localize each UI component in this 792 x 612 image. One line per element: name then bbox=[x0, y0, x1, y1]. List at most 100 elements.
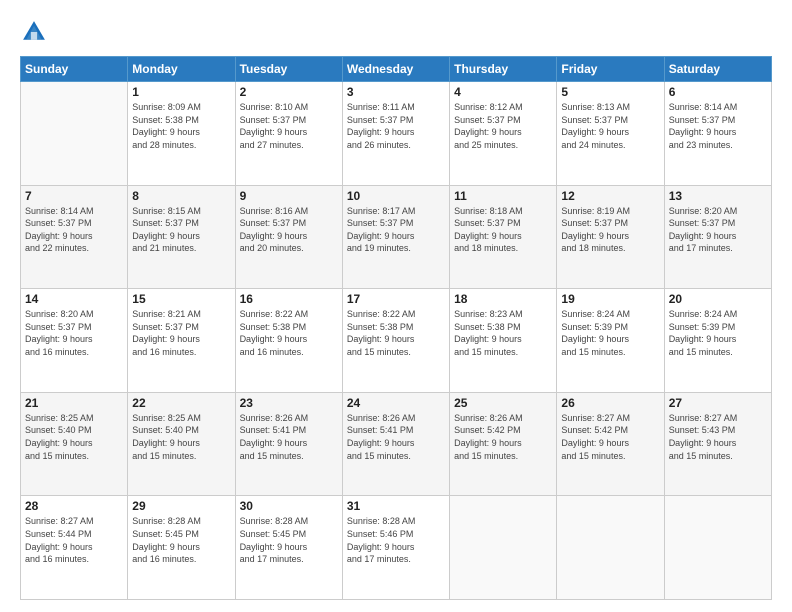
day-info: Sunrise: 8:16 AMSunset: 5:37 PMDaylight:… bbox=[240, 205, 338, 255]
day-info: Sunrise: 8:25 AMSunset: 5:40 PMDaylight:… bbox=[132, 412, 230, 462]
calendar-cell: 1 Sunrise: 8:09 AMSunset: 5:38 PMDaylight… bbox=[128, 82, 235, 186]
day-number: 11 bbox=[454, 189, 552, 203]
calendar-header-row: SundayMondayTuesdayWednesdayThursdayFrid… bbox=[21, 57, 772, 82]
calendar-week-row: 7Sunrise: 8:14 AMSunset: 5:37 PMDaylight… bbox=[21, 185, 772, 289]
day-number: 18 bbox=[454, 292, 552, 306]
calendar-cell: 30 Sunrise: 8:28 AMSunset: 5:45 PMDayligh… bbox=[235, 496, 342, 600]
calendar-cell: 16 Sunrise: 8:22 AMSunset: 5:38 PMDayligh… bbox=[235, 289, 342, 393]
calendar-cell: 6 Sunrise: 8:14 AMSunset: 5:37 PMDaylight… bbox=[664, 82, 771, 186]
calendar-cell: 12 Sunrise: 8:19 AMSunset: 5:37 PMDayligh… bbox=[557, 185, 664, 289]
day-number: 24 bbox=[347, 396, 445, 410]
day-info: Sunrise: 8:26 AMSunset: 5:41 PMDaylight:… bbox=[240, 412, 338, 462]
day-info: Sunrise: 8:24 AMSunset: 5:39 PMDaylight:… bbox=[561, 308, 659, 358]
day-info: Sunrise: 8:14 AMSunset: 5:37 PMDaylight:… bbox=[669, 101, 767, 151]
day-number: 25 bbox=[454, 396, 552, 410]
day-info: Sunrise: 8:09 AMSunset: 5:38 PMDaylight:… bbox=[132, 101, 230, 151]
day-number: 23 bbox=[240, 396, 338, 410]
day-info: Sunrise: 8:17 AMSunset: 5:37 PMDaylight:… bbox=[347, 205, 445, 255]
day-number: 17 bbox=[347, 292, 445, 306]
day-number: 5 bbox=[561, 85, 659, 99]
weekday-header: Thursday bbox=[450, 57, 557, 82]
logo-icon bbox=[20, 18, 48, 46]
day-info: Sunrise: 8:15 AMSunset: 5:37 PMDaylight:… bbox=[132, 205, 230, 255]
calendar-table: SundayMondayTuesdayWednesdayThursdayFrid… bbox=[20, 56, 772, 600]
calendar-cell: 28Sunrise: 8:27 AMSunset: 5:44 PMDayligh… bbox=[21, 496, 128, 600]
weekday-header: Tuesday bbox=[235, 57, 342, 82]
weekday-header: Wednesday bbox=[342, 57, 449, 82]
day-number: 2 bbox=[240, 85, 338, 99]
day-info: Sunrise: 8:27 AMSunset: 5:42 PMDaylight:… bbox=[561, 412, 659, 462]
calendar-cell: 2 Sunrise: 8:10 AMSunset: 5:37 PMDaylight… bbox=[235, 82, 342, 186]
header bbox=[20, 18, 772, 46]
day-number: 3 bbox=[347, 85, 445, 99]
day-info: Sunrise: 8:26 AMSunset: 5:42 PMDaylight:… bbox=[454, 412, 552, 462]
calendar-cell: 25 Sunrise: 8:26 AMSunset: 5:42 PMDayligh… bbox=[450, 392, 557, 496]
day-info: Sunrise: 8:22 AMSunset: 5:38 PMDaylight:… bbox=[347, 308, 445, 358]
calendar-cell: 23 Sunrise: 8:26 AMSunset: 5:41 PMDayligh… bbox=[235, 392, 342, 496]
day-info: Sunrise: 8:24 AMSunset: 5:39 PMDaylight:… bbox=[669, 308, 767, 358]
day-info: Sunrise: 8:28 AMSunset: 5:45 PMDaylight:… bbox=[132, 515, 230, 565]
day-number: 13 bbox=[669, 189, 767, 203]
day-number: 14 bbox=[25, 292, 123, 306]
calendar-cell bbox=[450, 496, 557, 600]
calendar-cell: 7Sunrise: 8:14 AMSunset: 5:37 PMDaylight… bbox=[21, 185, 128, 289]
day-number: 7 bbox=[25, 189, 123, 203]
day-info: Sunrise: 8:27 AMSunset: 5:43 PMDaylight:… bbox=[669, 412, 767, 462]
day-info: Sunrise: 8:28 AMSunset: 5:46 PMDaylight:… bbox=[347, 515, 445, 565]
day-number: 30 bbox=[240, 499, 338, 513]
calendar-week-row: 21Sunrise: 8:25 AMSunset: 5:40 PMDayligh… bbox=[21, 392, 772, 496]
day-number: 4 bbox=[454, 85, 552, 99]
calendar-cell: 10 Sunrise: 8:17 AMSunset: 5:37 PMDayligh… bbox=[342, 185, 449, 289]
day-number: 6 bbox=[669, 85, 767, 99]
day-number: 19 bbox=[561, 292, 659, 306]
calendar-cell: 3Sunrise: 8:11 AMSunset: 5:37 PMDaylight… bbox=[342, 82, 449, 186]
day-number: 31 bbox=[347, 499, 445, 513]
day-number: 27 bbox=[669, 396, 767, 410]
day-number: 20 bbox=[669, 292, 767, 306]
day-number: 9 bbox=[240, 189, 338, 203]
calendar-cell: 21Sunrise: 8:25 AMSunset: 5:40 PMDayligh… bbox=[21, 392, 128, 496]
day-number: 15 bbox=[132, 292, 230, 306]
calendar-cell: 18 Sunrise: 8:23 AMSunset: 5:38 PMDayligh… bbox=[450, 289, 557, 393]
day-number: 12 bbox=[561, 189, 659, 203]
calendar-cell: 13 Sunrise: 8:20 AMSunset: 5:37 PMDayligh… bbox=[664, 185, 771, 289]
weekday-header: Monday bbox=[128, 57, 235, 82]
day-number: 16 bbox=[240, 292, 338, 306]
calendar-cell: 15 Sunrise: 8:21 AMSunset: 5:37 PMDayligh… bbox=[128, 289, 235, 393]
calendar-cell bbox=[664, 496, 771, 600]
day-info: Sunrise: 8:27 AMSunset: 5:44 PMDaylight:… bbox=[25, 515, 123, 565]
day-info: Sunrise: 8:22 AMSunset: 5:38 PMDaylight:… bbox=[240, 308, 338, 358]
calendar-cell: 4 Sunrise: 8:12 AMSunset: 5:37 PMDaylight… bbox=[450, 82, 557, 186]
day-info: Sunrise: 8:23 AMSunset: 5:38 PMDaylight:… bbox=[454, 308, 552, 358]
day-info: Sunrise: 8:28 AMSunset: 5:45 PMDaylight:… bbox=[240, 515, 338, 565]
day-info: Sunrise: 8:20 AMSunset: 5:37 PMDaylight:… bbox=[669, 205, 767, 255]
calendar-cell: 19 Sunrise: 8:24 AMSunset: 5:39 PMDayligh… bbox=[557, 289, 664, 393]
day-info: Sunrise: 8:21 AMSunset: 5:37 PMDaylight:… bbox=[132, 308, 230, 358]
day-info: Sunrise: 8:12 AMSunset: 5:37 PMDaylight:… bbox=[454, 101, 552, 151]
calendar-cell: 9 Sunrise: 8:16 AMSunset: 5:37 PMDaylight… bbox=[235, 185, 342, 289]
calendar-week-row: 14 Sunrise: 8:20 AMSunset: 5:37 PMDayligh… bbox=[21, 289, 772, 393]
day-info: Sunrise: 8:19 AMSunset: 5:37 PMDaylight:… bbox=[561, 205, 659, 255]
calendar-cell: 5 Sunrise: 8:13 AMSunset: 5:37 PMDaylight… bbox=[557, 82, 664, 186]
calendar-cell bbox=[557, 496, 664, 600]
weekday-header: Saturday bbox=[664, 57, 771, 82]
calendar-cell: 14 Sunrise: 8:20 AMSunset: 5:37 PMDayligh… bbox=[21, 289, 128, 393]
weekday-header: Sunday bbox=[21, 57, 128, 82]
day-info: Sunrise: 8:13 AMSunset: 5:37 PMDaylight:… bbox=[561, 101, 659, 151]
calendar-cell: 22 Sunrise: 8:25 AMSunset: 5:40 PMDayligh… bbox=[128, 392, 235, 496]
page: SundayMondayTuesdayWednesdayThursdayFrid… bbox=[0, 0, 792, 612]
calendar-cell: 31 Sunrise: 8:28 AMSunset: 5:46 PMDayligh… bbox=[342, 496, 449, 600]
weekday-header: Friday bbox=[557, 57, 664, 82]
day-info: Sunrise: 8:10 AMSunset: 5:37 PMDaylight:… bbox=[240, 101, 338, 151]
day-number: 1 bbox=[132, 85, 230, 99]
day-number: 10 bbox=[347, 189, 445, 203]
calendar-cell: 17 Sunrise: 8:22 AMSunset: 5:38 PMDayligh… bbox=[342, 289, 449, 393]
day-number: 22 bbox=[132, 396, 230, 410]
calendar-cell bbox=[21, 82, 128, 186]
calendar-week-row: 28Sunrise: 8:27 AMSunset: 5:44 PMDayligh… bbox=[21, 496, 772, 600]
calendar-cell: 27 Sunrise: 8:27 AMSunset: 5:43 PMDayligh… bbox=[664, 392, 771, 496]
day-info: Sunrise: 8:26 AMSunset: 5:41 PMDaylight:… bbox=[347, 412, 445, 462]
calendar-cell: 20 Sunrise: 8:24 AMSunset: 5:39 PMDayligh… bbox=[664, 289, 771, 393]
day-number: 29 bbox=[132, 499, 230, 513]
day-info: Sunrise: 8:20 AMSunset: 5:37 PMDaylight:… bbox=[25, 308, 123, 358]
